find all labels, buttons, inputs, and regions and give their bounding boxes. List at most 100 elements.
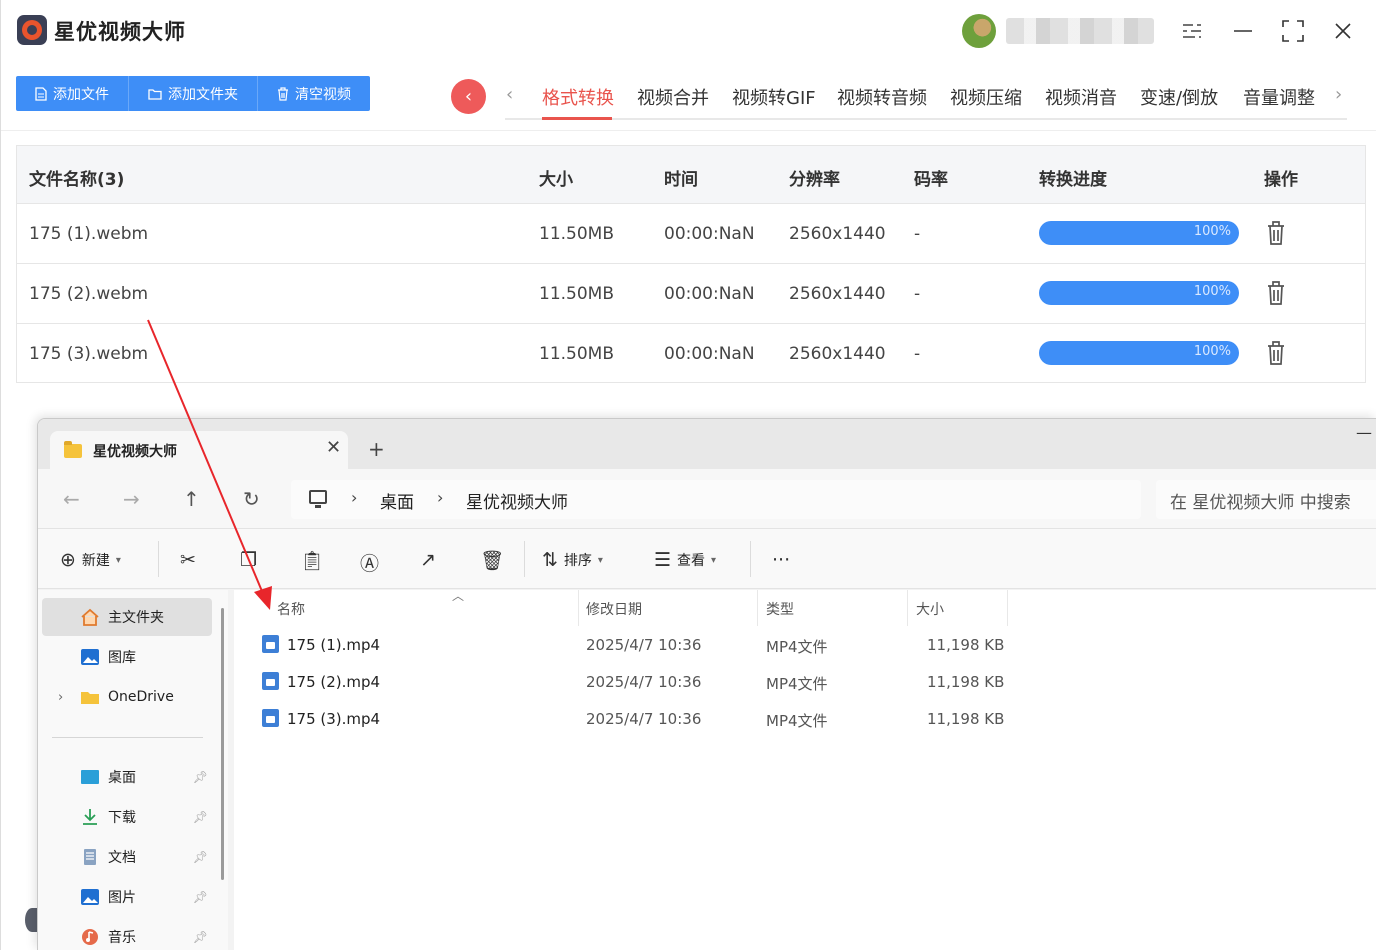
rename-button[interactable]: Ⓐ xyxy=(360,549,379,576)
delete-trash-icon[interactable] xyxy=(1266,220,1286,246)
sort-icon: ⇅ xyxy=(542,549,558,571)
pin-icon[interactable]: 📌︎ xyxy=(193,770,208,784)
sidebar-item-onedrive[interactable]: › OneDrive xyxy=(42,678,212,716)
list-item[interactable]: 175 (2).mp4 2025/4/7 10:36 MP4文件 11,198 … xyxy=(254,665,1014,699)
breadcrumb-desktop[interactable]: 桌面 xyxy=(380,488,414,513)
back-button[interactable]: ‹ xyxy=(451,79,486,114)
table-row[interactable]: 175 (3).webm 11.50MB 00:00:NaN 2560x1440… xyxy=(17,324,1365,384)
pin-icon[interactable]: 📌︎ xyxy=(193,890,208,904)
file-name: 175 (3).webm xyxy=(29,344,149,364)
col-time[interactable]: 时间 xyxy=(664,165,698,190)
tab-speed-reverse[interactable]: 变速/倒放 xyxy=(1140,84,1218,110)
file-name: 175 (2).mp4 xyxy=(287,673,381,691)
file-type: MP4文件 xyxy=(766,638,828,656)
progress-bar: 100% xyxy=(1039,341,1239,365)
search-input[interactable]: 在 星优视频大师 中搜索 xyxy=(1156,480,1376,519)
col-bitrate[interactable]: 码率 xyxy=(914,165,948,190)
col-progress[interactable]: 转换进度 xyxy=(1039,165,1107,190)
explorer-nav-bar: ← → ↑ ↻ › 桌面 › 星优视频大师 在 星优视频大师 中搜索 xyxy=(38,469,1376,529)
tab-video-compress[interactable]: 视频压缩 xyxy=(950,84,1022,110)
tab-video-to-gif[interactable]: 视频转GIF xyxy=(732,84,816,110)
minimize-icon[interactable]: — xyxy=(1356,423,1372,442)
file-size: 11,198 KB xyxy=(927,673,1005,691)
progress-bar: 100% xyxy=(1039,221,1239,245)
add-file-button[interactable]: 添加文件 xyxy=(16,76,129,111)
share-button[interactable]: ↗ xyxy=(420,549,436,571)
col-resolution[interactable]: 分辨率 xyxy=(789,165,840,190)
col-modified[interactable]: 修改日期 xyxy=(578,590,758,626)
tab-volume-adjust[interactable]: 音量调整 xyxy=(1243,84,1315,110)
sidebar-item-label: 图库 xyxy=(108,650,136,666)
new-tab-plus-icon[interactable]: + xyxy=(368,437,385,461)
delete-button[interactable]: 🗑︎ xyxy=(480,549,504,572)
add-folder-button[interactable]: 添加文件夹 xyxy=(129,76,258,111)
table-row[interactable]: 175 (1).webm 11.50MB 00:00:NaN 2560x1440… xyxy=(17,204,1365,264)
sidebar-item-pictures[interactable]: 图片 📌︎ xyxy=(42,878,212,916)
col-size[interactable]: 大小 xyxy=(539,165,573,190)
file-toolbar: 添加文件 添加文件夹 清空视频 xyxy=(16,76,370,111)
sidebar-item-home[interactable]: 主文件夹 xyxy=(42,598,212,636)
sidebar-item-downloads[interactable]: 下载 📌︎ xyxy=(42,798,212,836)
close-tab-icon[interactable]: ✕ xyxy=(326,437,341,458)
new-button[interactable]: ⊕ 新建 ▾ xyxy=(60,549,121,571)
tab-video-mute[interactable]: 视频消音 xyxy=(1045,84,1117,110)
sidebar-item-documents[interactable]: 文档 📌︎ xyxy=(42,838,212,876)
list-item[interactable]: 175 (1).mp4 2025/4/7 10:36 MP4文件 11,198 … xyxy=(254,628,1014,662)
close-icon[interactable] xyxy=(1326,14,1360,48)
maximize-icon[interactable] xyxy=(1276,14,1310,48)
progress-label: 100% xyxy=(1193,344,1231,359)
title-bar: 星优视频大师 xyxy=(1,0,1376,62)
user-avatar[interactable] xyxy=(962,14,996,48)
chevron-down-icon: ▾ xyxy=(115,554,121,566)
sidebar-item-label: 图片 xyxy=(108,890,136,906)
add-folder-label: 添加文件夹 xyxy=(168,86,238,103)
address-bar[interactable]: › 桌面 › 星优视频大师 xyxy=(291,480,1141,519)
music-icon xyxy=(82,929,98,945)
view-button[interactable]: ☰ 查看 ▾ xyxy=(654,549,716,571)
pin-icon[interactable]: 📌︎ xyxy=(193,810,208,824)
sidebar-item-gallery[interactable]: 图库 xyxy=(42,638,212,676)
minimize-icon[interactable] xyxy=(1226,14,1260,48)
more-options-button[interactable]: ··· xyxy=(772,549,790,571)
table-row[interactable]: 175 (2).webm 11.50MB 00:00:NaN 2560x1440… xyxy=(17,264,1365,324)
home-icon xyxy=(81,608,99,626)
refresh-icon[interactable]: ↻ xyxy=(243,487,260,511)
tab-video-to-audio[interactable]: 视频转音频 xyxy=(837,84,927,110)
sidebar-item-label: 文档 xyxy=(108,850,136,866)
pin-icon[interactable]: 📌︎ xyxy=(193,930,208,944)
folder-icon xyxy=(148,88,162,100)
trash-icon xyxy=(278,86,288,101)
back-arrow-icon[interactable]: ← xyxy=(63,487,80,511)
file-bitrate: - xyxy=(914,344,921,364)
delete-trash-icon[interactable] xyxy=(1266,280,1286,306)
col-size[interactable]: 大小 xyxy=(908,590,1008,626)
feature-tabs: 格式转换 视频合并 视频转GIF 视频转音频 视频压缩 视频消音 变速/倒放 音… xyxy=(505,74,1347,120)
explorer-tab[interactable]: 星优视频大师 ✕ xyxy=(50,431,348,469)
clear-videos-button[interactable]: 清空视频 xyxy=(258,76,370,111)
sort-button[interactable]: ⇅ 排序 ▾ xyxy=(542,549,603,571)
tab-video-merge[interactable]: 视频合并 xyxy=(637,84,709,110)
list-item[interactable]: 175 (3).mp4 2025/4/7 10:36 MP4文件 11,198 … xyxy=(254,702,1014,736)
col-name[interactable]: 名称 ︿ xyxy=(269,589,579,626)
col-type[interactable]: 类型 xyxy=(758,590,908,626)
up-arrow-icon[interactable]: ↑ xyxy=(183,487,200,511)
delete-trash-icon[interactable] xyxy=(1266,340,1286,366)
sidebar-item-desktop[interactable]: 桌面 📌︎ xyxy=(42,758,212,796)
copy-icon: ❐ xyxy=(240,549,258,571)
breadcrumb-current-folder[interactable]: 星优视频大师 xyxy=(466,488,568,513)
sort-label: 排序 xyxy=(563,553,592,569)
cut-button[interactable]: ✂ xyxy=(180,549,196,571)
col-file-name[interactable]: 文件名称(3) xyxy=(29,165,124,190)
forward-arrow-icon[interactable]: → xyxy=(123,487,140,511)
nav-scrollbar[interactable] xyxy=(221,608,224,880)
file-size: 11,198 KB xyxy=(927,710,1005,728)
copy-button[interactable]: ❐ xyxy=(240,549,257,571)
tab-format-convert[interactable]: 格式转换 xyxy=(542,84,614,110)
pin-icon[interactable]: 📌︎ xyxy=(193,850,208,864)
paste-button[interactable]: 📋︎ xyxy=(300,549,324,572)
settings-menu-icon[interactable] xyxy=(1175,14,1209,48)
command-separator xyxy=(750,541,751,577)
file-size: 11.50MB xyxy=(539,344,614,364)
sidebar-item-music[interactable]: 音乐 📌︎ xyxy=(42,918,212,950)
chevron-right-icon[interactable]: › xyxy=(58,690,63,705)
